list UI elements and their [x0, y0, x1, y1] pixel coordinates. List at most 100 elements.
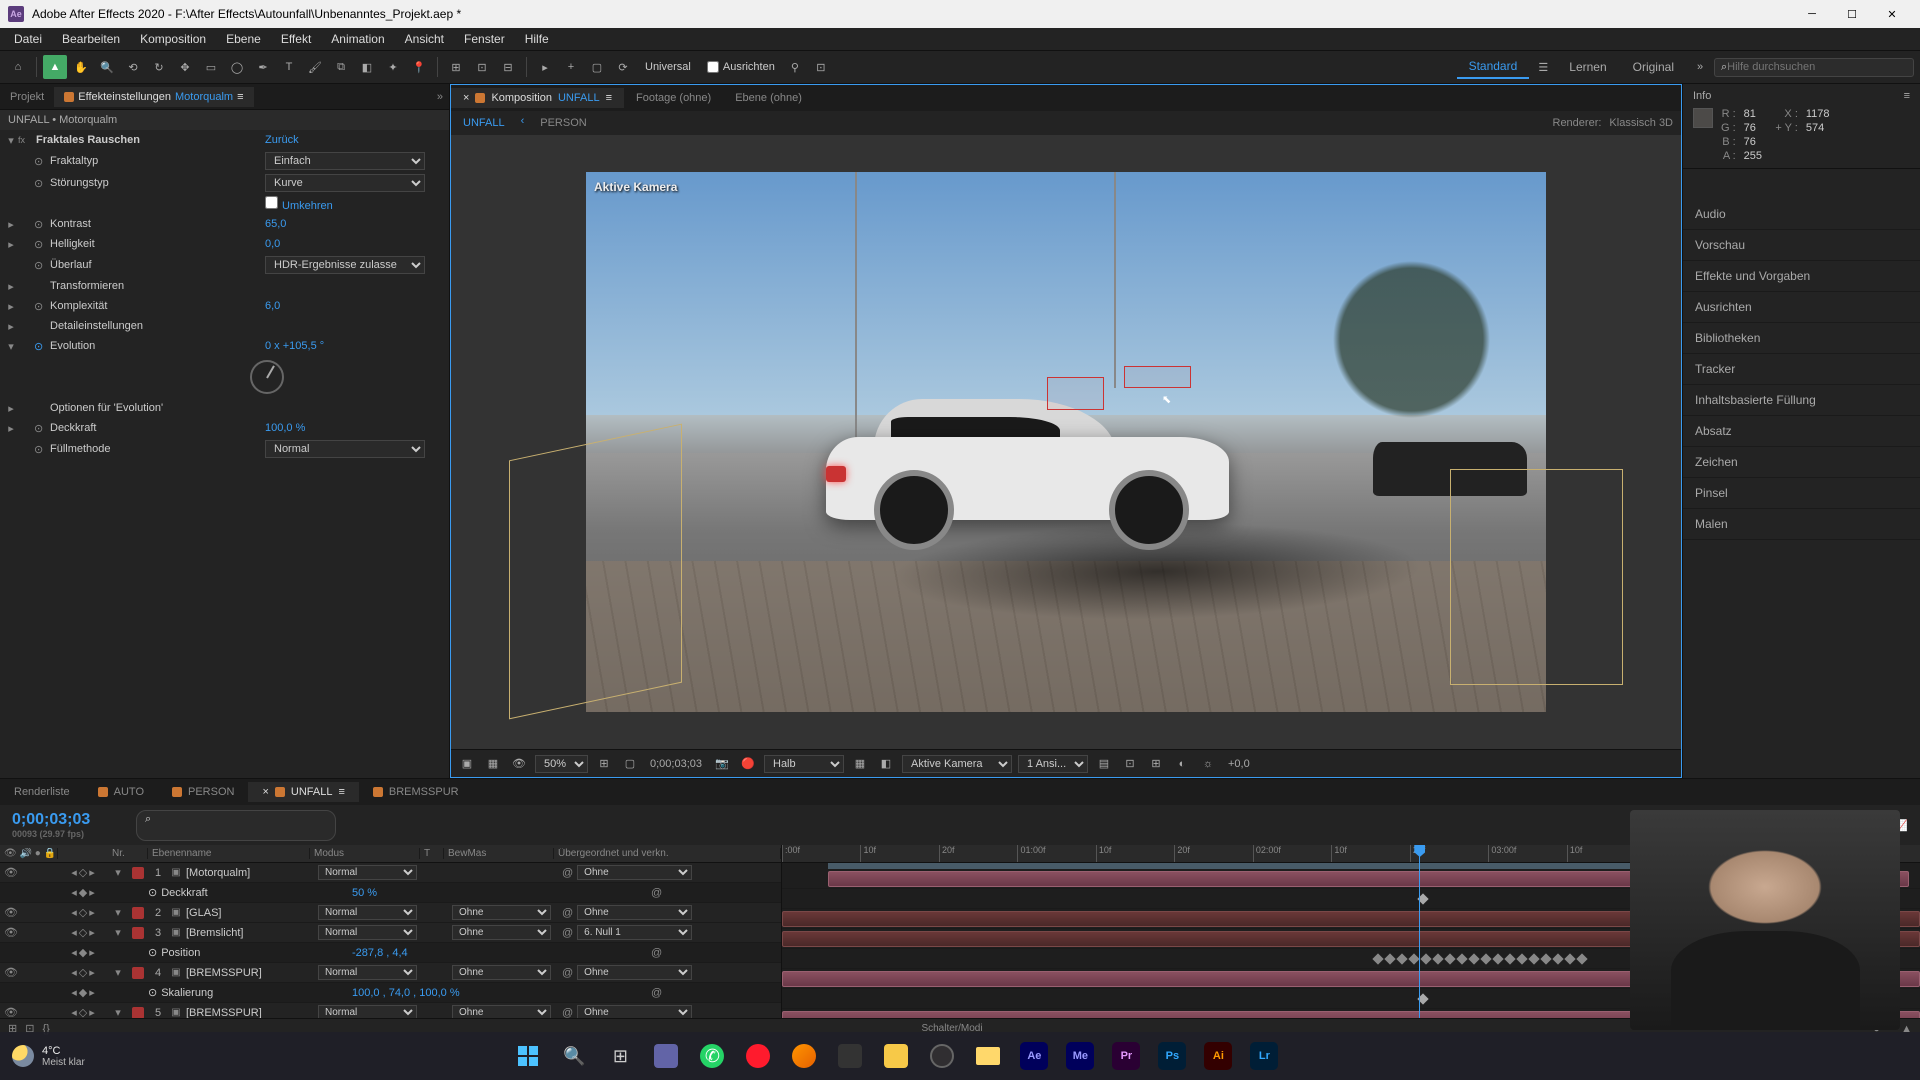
umkehren-checkbox[interactable]	[265, 196, 278, 209]
tl-tab-bremsspur[interactable]: BREMSSPUR	[359, 782, 473, 802]
deckkraft-value[interactable]: 100,0 %	[265, 422, 445, 434]
next-key-icon[interactable]: ▸	[89, 866, 95, 879]
tracker-box-2[interactable]	[1124, 366, 1191, 388]
snap-opt-1-button[interactable]: ⚲	[783, 55, 807, 79]
rect-tool[interactable]: ▭	[199, 55, 223, 79]
fraktaltyp-select[interactable]: Einfach	[265, 152, 425, 170]
timeline-search[interactable]: ⌕	[136, 810, 336, 841]
start-button[interactable]	[508, 1036, 548, 1076]
subtab-unfall[interactable]: UNFALL	[459, 115, 509, 131]
twirl-detail[interactable]: ▸	[4, 320, 18, 333]
menu-animation[interactable]: Animation	[321, 30, 394, 48]
timeline-timecode[interactable]: 0;00;03;03 00093 (29.97 fps)	[0, 811, 130, 839]
tab-effect-controls[interactable]: Effekteinstellungen Motorqualm ≡	[54, 87, 253, 107]
keyframe-icon[interactable]	[1444, 953, 1455, 964]
panel-vorschau[interactable]: Vorschau	[1683, 230, 1920, 261]
pickwhip-icon[interactable]: @	[562, 867, 573, 879]
keyframe-icon[interactable]	[1528, 953, 1539, 964]
roi-icon[interactable]: ▢	[620, 754, 640, 774]
layer-twirl[interactable]: ▾	[108, 926, 128, 939]
panel-malen[interactable]: Malen	[1683, 509, 1920, 540]
stoerungstyp-select[interactable]: Kurve	[265, 174, 425, 192]
pan-behind-tool[interactable]: ✥	[173, 55, 197, 79]
workspace-original[interactable]: Original	[1621, 56, 1686, 78]
search-taskbar-icon[interactable]: 🔍	[554, 1036, 594, 1076]
prev-key-icon[interactable]: ◂	[71, 906, 77, 919]
channel-icon[interactable]: 🔴	[738, 754, 758, 774]
opera-icon[interactable]	[738, 1036, 778, 1076]
blend-mode-select[interactable]: Normal	[318, 1005, 417, 1018]
stopwatch-icon[interactable]: ⊙	[34, 238, 48, 251]
visibility-icon[interactable]: 👁	[4, 906, 16, 919]
kontrast-value[interactable]: 65,0	[265, 218, 445, 230]
parent-select[interactable]: Ohne	[577, 965, 692, 980]
visibility-icon[interactable]: 👁	[4, 926, 16, 939]
layer-row[interactable]: 👁 ◂◇▸ ▾ 4 ▣[BREMSSPUR] Normal Ohne @Ohne	[0, 963, 781, 983]
twirl-komplex[interactable]: ▸	[4, 300, 18, 313]
fast-preview-icon[interactable]: ▦	[850, 754, 870, 774]
home-button[interactable]: ⌂	[6, 55, 30, 79]
pickwhip-icon[interactable]: @	[562, 967, 573, 979]
camera-select[interactable]: Aktive Kamera	[902, 755, 1012, 773]
resolution-icon[interactable]: ⊞	[594, 754, 614, 774]
add-key-icon[interactable]: ◆	[79, 946, 87, 959]
zoom-select[interactable]: 50%	[535, 755, 588, 773]
add-key-icon[interactable]: ◆	[79, 986, 87, 999]
tl-tab-auto[interactable]: AUTO	[84, 782, 158, 802]
workspace-menu-icon[interactable]: ☰	[1531, 55, 1555, 79]
layer-color-label[interactable]	[132, 967, 144, 979]
next-key-icon[interactable]: ▸	[89, 906, 95, 919]
panel-ausrichten[interactable]: Ausrichten	[1683, 292, 1920, 323]
comp-tab-footage[interactable]: Footage (ohne)	[624, 88, 723, 108]
panel-menu-icon[interactable]: ≡	[237, 91, 243, 103]
parent-select[interactable]: Ohne	[577, 905, 692, 920]
stopwatch-icon[interactable]: ⊙	[34, 218, 48, 231]
maximize-button[interactable]: ☐	[1832, 0, 1872, 28]
layer-row[interactable]: 👁 ◂◇▸ ▾ 1 ▣[Motorqualm] Normal @Ohne	[0, 863, 781, 883]
panel-absatz[interactable]: Absatz	[1683, 416, 1920, 447]
stopwatch-icon[interactable]: ⊙	[34, 443, 48, 456]
komplex-value[interactable]: 6,0	[265, 300, 445, 312]
orbit-tool[interactable]: ⟲	[121, 55, 145, 79]
roto-tool[interactable]: ✦	[381, 55, 405, 79]
keyframe-icon[interactable]	[1492, 953, 1503, 964]
snap-edge-button[interactable]: +	[559, 55, 583, 79]
panel-inhalt[interactable]: Inhaltsbasierte Füllung	[1683, 385, 1920, 416]
stopwatch-icon[interactable]: ⊙	[148, 886, 157, 899]
illustrator-icon[interactable]: Ai	[1198, 1036, 1238, 1076]
layer-name[interactable]: ▣[Bremslicht]	[168, 927, 318, 939]
panel-audio[interactable]: Audio	[1683, 199, 1920, 230]
trkmat-select[interactable]: Ohne	[452, 925, 551, 940]
property-row[interactable]: ◂◆▸ ⊙Position -287,8 , 4,4 @	[0, 943, 781, 963]
comp-tab-main[interactable]: × Komposition UNFALL ≡	[451, 88, 624, 108]
add-key-icon[interactable]: ◆	[79, 886, 87, 899]
photoshop-icon[interactable]: Ps	[1152, 1036, 1192, 1076]
guides-icon[interactable]: ⊞	[1146, 754, 1166, 774]
mask-visibility-icon[interactable]: 👁	[509, 754, 529, 774]
ellipse-tool[interactable]: ◯	[225, 55, 249, 79]
property-value[interactable]: 100,0 , 74,0 , 100,0 %	[352, 987, 460, 999]
selection-tool[interactable]: ▲	[43, 55, 67, 79]
stopwatch-icon[interactable]: ⊙	[34, 177, 48, 190]
prev-key-icon[interactable]: ◂	[71, 926, 77, 939]
parent-select[interactable]: Ohne	[577, 1005, 692, 1018]
parent-select[interactable]: 6. Null 1	[577, 925, 692, 940]
close-button[interactable]: ✕	[1872, 0, 1912, 28]
pickwhip-icon[interactable]: @	[651, 947, 662, 959]
comp-tab-layer[interactable]: Ebene (ohne)	[723, 88, 814, 108]
workspace-overflow-icon[interactable]: »	[1688, 55, 1712, 79]
minimize-button[interactable]: ─	[1792, 0, 1832, 28]
panel-pinsel[interactable]: Pinsel	[1683, 478, 1920, 509]
panel-bibliotheken[interactable]: Bibliotheken	[1683, 323, 1920, 354]
toggle-transparency-icon[interactable]: ◧	[876, 754, 896, 774]
twirl-evolution[interactable]: ▾	[4, 340, 18, 353]
subtab-person[interactable]: PERSON	[536, 115, 590, 131]
keyframe-icon[interactable]	[1552, 953, 1563, 964]
keyframe-icon[interactable]	[1468, 953, 1479, 964]
visibility-icon[interactable]: 👁	[4, 966, 16, 979]
keyframe-icon[interactable]	[1576, 953, 1587, 964]
effect-reset[interactable]: Zurück	[265, 134, 445, 146]
after-effects-icon[interactable]: Ae	[1014, 1036, 1054, 1076]
playhead[interactable]	[1419, 845, 1420, 1018]
transparency-grid-icon[interactable]: ▦	[483, 754, 503, 774]
